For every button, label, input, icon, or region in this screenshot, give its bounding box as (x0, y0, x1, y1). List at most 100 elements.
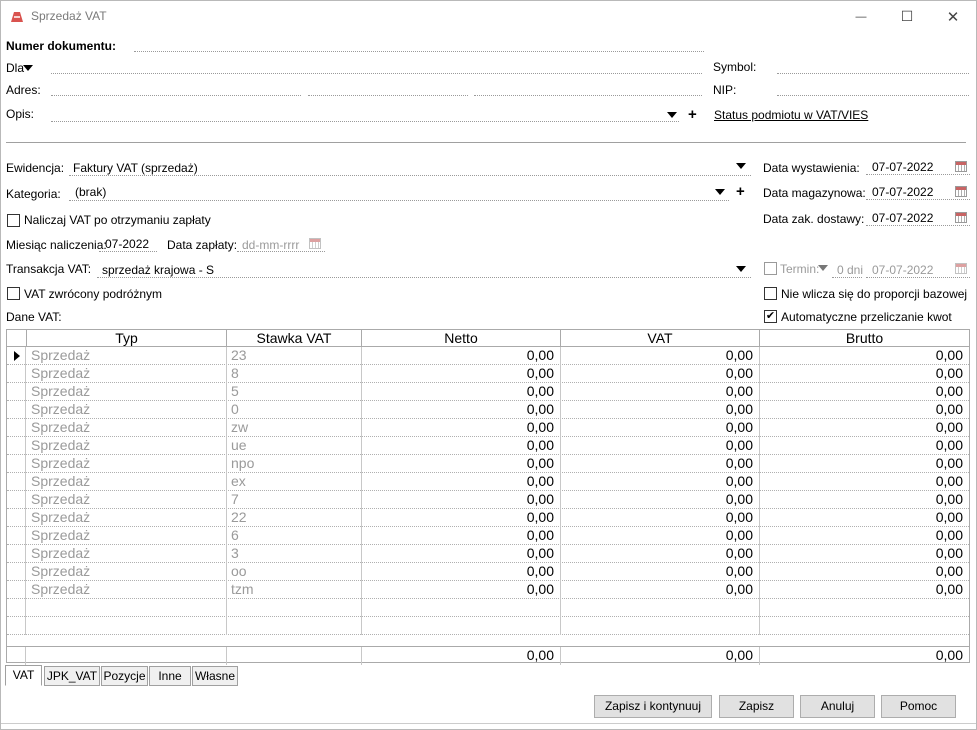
cell-typ[interactable]: Sprzedaż (27, 527, 227, 545)
cell-stawka[interactable]: 7 (227, 491, 362, 509)
kategoria-dropdown-icon[interactable] (715, 189, 725, 195)
cell-brutto[interactable] (760, 599, 969, 617)
address-city-field[interactable] (474, 95, 702, 96)
doc-number-field[interactable] (134, 51, 704, 52)
table-row[interactable]: Sprzedaż 23 0,00 0,00 0,00 (7, 347, 969, 365)
cell-typ[interactable]: Sprzedaż (27, 491, 227, 509)
minimize-button[interactable]: — (838, 1, 884, 32)
address-street-field[interactable] (51, 95, 301, 96)
table-row[interactable]: Sprzedaż 22 0,00 0,00 0,00 (7, 509, 969, 527)
help-button[interactable]: Pomoc (881, 695, 956, 718)
cell-brutto[interactable]: 0,00 (760, 563, 969, 581)
termin-days-field[interactable]: 0 dni (837, 263, 863, 277)
cell-typ[interactable]: Sprzedaż (27, 419, 227, 437)
cell-stawka[interactable]: 3 (227, 545, 362, 563)
column-header-netto[interactable]: Netto (362, 330, 561, 347)
kategoria-select[interactable]: (brak) (75, 185, 106, 199)
cell-stawka[interactable]: ex (227, 473, 362, 491)
kategoria-add-icon[interactable]: + (736, 184, 745, 199)
cell-stawka[interactable]: 5 (227, 383, 362, 401)
cell-typ[interactable]: Sprzedaż (27, 365, 227, 383)
table-row[interactable]: Sprzedaż 6 0,00 0,00 0,00 (7, 527, 969, 545)
for-field[interactable] (51, 73, 702, 74)
vat-returned-checkbox[interactable] (7, 287, 20, 300)
table-row[interactable]: Sprzedaż tzm 0,00 0,00 0,00 (7, 581, 969, 599)
table-row[interactable]: Sprzedaż zw 0,00 0,00 0,00 (7, 419, 969, 437)
cell-stawka[interactable]: npo (227, 455, 362, 473)
cell-typ[interactable]: Sprzedaż (27, 401, 227, 419)
cell-vat[interactable] (561, 599, 760, 617)
transaction-dropdown-icon[interactable] (736, 266, 746, 272)
cell-netto[interactable]: 0,00 (362, 365, 561, 383)
cell-vat[interactable] (561, 617, 760, 635)
ewidencja-dropdown-icon[interactable] (736, 163, 746, 169)
cell-typ[interactable]: Sprzedaż (27, 455, 227, 473)
close-button[interactable]: ✕ (930, 1, 976, 32)
cell-typ[interactable]: Sprzedaż (27, 545, 227, 563)
cell-brutto[interactable] (760, 617, 969, 635)
table-row[interactable]: Sprzedaż 5 0,00 0,00 0,00 (7, 383, 969, 401)
payment-date-field[interactable]: dd-mm-rrrr (242, 238, 299, 252)
auto-recalc-checkbox[interactable]: ✔ (764, 310, 777, 323)
cell-typ[interactable] (27, 617, 227, 635)
cell-stawka[interactable]: 0 (227, 401, 362, 419)
cell-brutto[interactable]: 0,00 (760, 383, 969, 401)
cell-brutto[interactable]: 0,00 (760, 419, 969, 437)
cell-brutto[interactable]: 0,00 (760, 581, 969, 599)
termin-calendar-icon[interactable] (955, 263, 967, 274)
cell-brutto[interactable]: 0,00 (760, 545, 969, 563)
table-row[interactable]: Sprzedaż 7 0,00 0,00 0,00 (7, 491, 969, 509)
table-row[interactable] (7, 599, 969, 617)
column-header-typ[interactable]: Typ (27, 330, 227, 347)
cell-typ[interactable]: Sprzedaż (27, 473, 227, 491)
table-row[interactable]: Sprzedaż npo 0,00 0,00 0,00 (7, 455, 969, 473)
ewidencja-select[interactable]: Faktury VAT (sprzedaż) (73, 161, 198, 175)
vies-status-link[interactable]: Status podmiotu w VAT/VIES (714, 108, 868, 122)
cell-netto[interactable] (362, 599, 561, 617)
tab-wlasne[interactable]: Własne (192, 666, 238, 686)
cell-stawka[interactable]: ue (227, 437, 362, 455)
cell-brutto[interactable]: 0,00 (760, 527, 969, 545)
cell-netto[interactable]: 0,00 (362, 455, 561, 473)
cell-vat[interactable]: 0,00 (561, 437, 760, 455)
cell-typ[interactable]: Sprzedaż (27, 347, 227, 365)
cell-brutto[interactable]: 0,00 (760, 455, 969, 473)
nip-field[interactable] (777, 95, 969, 96)
cell-netto[interactable]: 0,00 (362, 581, 561, 599)
table-row[interactable]: Sprzedaż 3 0,00 0,00 0,00 (7, 545, 969, 563)
for-dropdown-icon[interactable] (23, 65, 33, 71)
cell-stawka[interactable]: tzm (227, 581, 362, 599)
transaction-select[interactable]: sprzedaż krajowa - S (102, 263, 214, 277)
cell-vat[interactable]: 0,00 (561, 545, 760, 563)
cell-brutto[interactable]: 0,00 (760, 473, 969, 491)
cell-stawka[interactable]: 22 (227, 509, 362, 527)
table-row[interactable]: Sprzedaż 0 0,00 0,00 0,00 (7, 401, 969, 419)
column-header-stawka[interactable]: Stawka VAT (227, 330, 362, 347)
cell-typ[interactable]: Sprzedaż (27, 563, 227, 581)
cell-vat[interactable]: 0,00 (561, 419, 760, 437)
delivery-date-calendar-icon[interactable] (955, 212, 967, 223)
not-in-proportion-checkbox[interactable] (764, 287, 777, 300)
cell-netto[interactable]: 0,00 (362, 383, 561, 401)
table-row[interactable] (7, 617, 969, 635)
column-header-brutto[interactable]: Brutto (760, 330, 969, 347)
cell-netto[interactable]: 0,00 (362, 401, 561, 419)
cell-stawka[interactable] (227, 617, 362, 635)
cell-vat[interactable]: 0,00 (561, 455, 760, 473)
table-row[interactable]: Sprzedaż ex 0,00 0,00 0,00 (7, 473, 969, 491)
cell-vat[interactable]: 0,00 (561, 473, 760, 491)
cell-vat[interactable]: 0,00 (561, 581, 760, 599)
cell-vat[interactable]: 0,00 (561, 347, 760, 365)
cell-typ[interactable]: Sprzedaż (27, 581, 227, 599)
termin-date-field[interactable]: 07-07-2022 (872, 263, 933, 277)
cell-netto[interactable]: 0,00 (362, 419, 561, 437)
address-postcode-field[interactable] (308, 95, 468, 96)
termin-dropdown-icon[interactable] (818, 265, 828, 271)
tab-jpk-vat[interactable]: JPK_VAT (44, 666, 100, 686)
cell-brutto[interactable]: 0,00 (760, 401, 969, 419)
cancel-button[interactable]: Anuluj (800, 695, 875, 718)
cell-vat[interactable]: 0,00 (561, 563, 760, 581)
cell-netto[interactable]: 0,00 (362, 491, 561, 509)
table-row[interactable]: Sprzedaż oo 0,00 0,00 0,00 (7, 563, 969, 581)
description-dropdown-icon[interactable] (667, 112, 677, 118)
